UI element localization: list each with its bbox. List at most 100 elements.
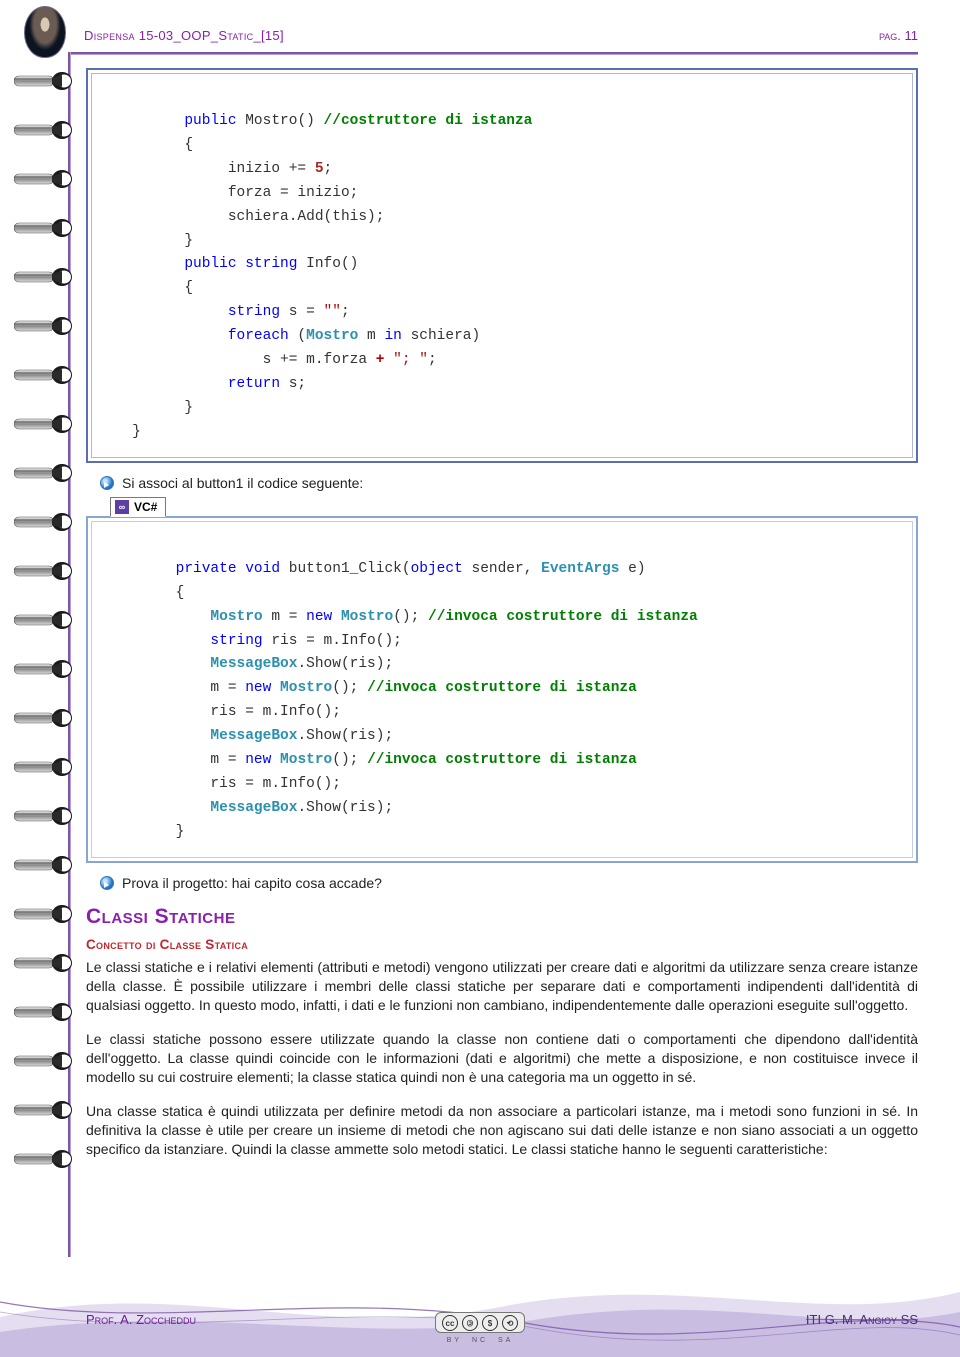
code-keyword: void (237, 561, 281, 577)
code-text: ris = m.Info(); (106, 776, 341, 792)
binder-ring (14, 364, 76, 386)
vs-icon: ∞ (115, 500, 129, 514)
code-block-1: public Mostro() //costruttore di istanza… (86, 68, 918, 463)
code-text: forza = inizio; (106, 185, 358, 201)
code-text: (); (332, 680, 367, 696)
code-text: ; (324, 161, 333, 177)
binder-ring (14, 1001, 76, 1023)
author-portrait (24, 6, 66, 58)
bullet-text: Prova il progetto: hai capito cosa accad… (122, 875, 382, 891)
code-text: .Show(ris); (297, 728, 393, 744)
code-text: e) (619, 561, 645, 577)
cc-license-badge: cc 🄯 $ ⟲ (435, 1312, 525, 1333)
code-keyword: string (106, 633, 263, 649)
code-text: } (106, 400, 193, 416)
code-keyword: in (384, 328, 401, 344)
cc-by-label: BY (447, 1337, 462, 1344)
code-text: (); (332, 752, 367, 768)
header-separator (68, 52, 918, 55)
binder-ring (14, 413, 76, 435)
code-block-2: private void button1_Click(object sender… (86, 516, 918, 863)
page-header: Dispensa 15-03_OOP_Static_[15] pag. 11 (84, 28, 918, 43)
code-type: MessageBox (106, 656, 297, 672)
code-text: { (106, 585, 184, 601)
code-type: Mostro (271, 680, 332, 696)
cc-labels: BY NC SA (447, 1337, 514, 1344)
code-text: inizio += (106, 161, 315, 177)
code-keyword: string (237, 256, 298, 272)
code-keyword: string (106, 304, 280, 320)
body-paragraph: Le classi statiche possono essere utiliz… (86, 1030, 918, 1088)
code-text: } (106, 824, 184, 840)
code-text: button1_Click( (280, 561, 411, 577)
bullet-item: Si associ al button1 il codice seguente: (100, 475, 918, 491)
code-comment: //costruttore di istanza (324, 113, 533, 129)
code-text: { (106, 280, 193, 296)
code-keyword: foreach (106, 328, 289, 344)
tab-label: VC# (134, 500, 157, 514)
body-paragraph: Una classe statica è quindi utilizzata p… (86, 1102, 918, 1160)
subsection-heading: Concetto di Classe Statica (86, 937, 918, 952)
binder-ring (14, 70, 76, 92)
code-text: ris = m.Info(); (106, 704, 341, 720)
code-text: (); (393, 609, 428, 625)
cc-nc-icon: $ (482, 1315, 498, 1331)
code-text: sender, (463, 561, 541, 577)
code-text: ris = m.Info(); (263, 633, 402, 649)
code-type: MessageBox (106, 728, 297, 744)
spiral-binders: // placeholder; actual binders injected … (14, 70, 84, 1197)
code-comment: //invoca costruttore di istanza (367, 680, 637, 696)
code-type: Mostro (306, 328, 358, 344)
binder-ring (14, 658, 76, 680)
code-type: MessageBox (106, 800, 297, 816)
code-type: EventArgs (541, 561, 619, 577)
code-keyword: new (245, 752, 271, 768)
cc-sa-icon: ⟲ (502, 1315, 518, 1331)
code-keyword: new (306, 609, 332, 625)
vc-sharp-tab: ∞ VC# (110, 497, 166, 517)
code-text: s; (280, 376, 306, 392)
code-keyword: public (106, 256, 237, 272)
code-keyword: new (245, 680, 271, 696)
binder-ring (14, 1099, 76, 1121)
code-type: Mostro (106, 609, 263, 625)
code-text: m = (263, 609, 307, 625)
binder-ring (14, 1050, 76, 1072)
code-text: ; (428, 352, 437, 368)
binder-ring (14, 805, 76, 827)
binder-ring (14, 609, 76, 631)
code-number: 5 (315, 161, 324, 177)
bullet-icon (100, 876, 114, 890)
code-text: } (106, 424, 141, 440)
code-text: Mostro() (237, 113, 324, 129)
code-text: { (106, 137, 193, 153)
binder-ring (14, 315, 76, 337)
binder-ring (14, 1148, 76, 1170)
code-text: Info() (297, 256, 358, 272)
binder-ring (14, 168, 76, 190)
code-type: Mostro (332, 609, 393, 625)
cc-icon: cc (442, 1315, 458, 1331)
binder-ring (14, 119, 76, 141)
binder-ring (14, 217, 76, 239)
section-heading: Classi Statiche (86, 905, 918, 929)
page: Dispensa 15-03_OOP_Static_[15] pag. 11 /… (0, 0, 960, 1357)
code-keyword: private (106, 561, 237, 577)
code-string: "; " (393, 352, 428, 368)
code-text: .Show(ris); (297, 656, 393, 672)
code-comment: //invoca costruttore di istanza (428, 609, 698, 625)
code-text: schiera) (402, 328, 480, 344)
binder-ring (14, 952, 76, 974)
footer-school: ITI G. M. Angioy SS (806, 1312, 918, 1327)
cc-nc-label: NC (472, 1337, 488, 1344)
binder-ring (14, 511, 76, 533)
code-text: ; (341, 304, 350, 320)
code-keyword: object (411, 561, 463, 577)
body-paragraph: Le classi statiche e i relativi elementi… (86, 958, 918, 1016)
code-text: m (358, 328, 384, 344)
binder-ring (14, 854, 76, 876)
code-keyword: return (106, 376, 280, 392)
binder-ring (14, 707, 76, 729)
code-operator: + (376, 352, 393, 368)
code-text: schiera.Add(this); (106, 209, 384, 225)
